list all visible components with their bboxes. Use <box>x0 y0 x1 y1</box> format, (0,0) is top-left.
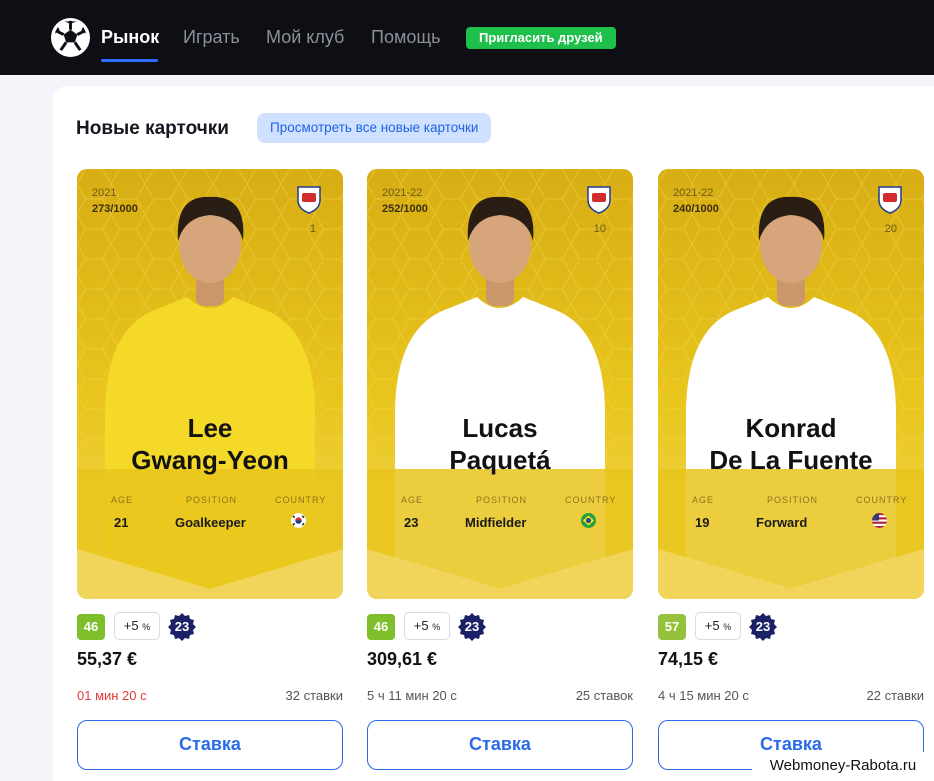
player-card[interactable]: 2021-22 252/1000 10 Lucas Paquetá AGE PO… <box>367 169 633 599</box>
top-navigation-bar: Рынок Играть Мой клуб Помощь Пригласить … <box>0 0 934 75</box>
gameweek-number: 23 <box>755 619 771 634</box>
age-label: AGE <box>111 495 134 505</box>
jersey-number: 1 <box>309 223 316 235</box>
view-all-new-cards-button[interactable]: Просмотреть все новые карточки <box>257 113 492 143</box>
player-name: Konrad De La Fuente <box>658 412 924 476</box>
player-name: Lee Gwang-Yeon <box>77 412 343 476</box>
jersey-number: 10 <box>593 223 606 235</box>
south-korea-flag-icon <box>291 513 306 528</box>
player-last-name: De La Fuente <box>709 445 873 475</box>
age-label: AGE <box>401 495 424 505</box>
player-score-badge: 57 <box>658 614 686 640</box>
player-card-art <box>77 169 343 599</box>
country-label: COUNTRY <box>565 495 617 505</box>
active-nav-indicator <box>101 59 158 62</box>
bonus-badge: +5 % <box>404 612 450 640</box>
country-label: COUNTRY <box>856 495 908 505</box>
card-price: 309,61 € <box>367 649 438 669</box>
usa-flag-icon <box>872 513 887 528</box>
player-first-name: Lee <box>187 413 233 443</box>
player-last-name: Paquetá <box>449 445 551 475</box>
player-position: Midfielder <box>465 515 527 530</box>
soccer-ball-logo-icon[interactable] <box>51 18 90 57</box>
player-card[interactable]: 2021-22 240/1000 20 Konrad De La Fuente … <box>658 169 924 599</box>
jersey-number: 20 <box>884 223 897 235</box>
gameweek-number: 23 <box>174 619 190 634</box>
position-label: POSITION <box>767 495 819 505</box>
gameweek-badge: 23 <box>457 612 487 642</box>
player-score-badge: 46 <box>367 614 395 640</box>
club-crest-icon <box>876 184 904 214</box>
place-bid-button[interactable]: Ставка <box>367 720 633 770</box>
player-age: 19 <box>695 515 710 530</box>
card-serial-number: 240/1000 <box>673 203 719 215</box>
bid-count: 32 ставки <box>285 688 343 703</box>
player-age: 23 <box>404 515 419 530</box>
player-card[interactable]: 2021 273/1000 1 Lee Gwang-Yeon AGE POSIT… <box>77 169 343 599</box>
position-label: POSITION <box>186 495 238 505</box>
player-last-name: Gwang-Yeon <box>131 445 289 475</box>
place-bid-button[interactable]: Ставка <box>77 720 343 770</box>
auction-time-left: 01 мин 20 с <box>77 688 147 703</box>
player-age: 21 <box>114 515 129 530</box>
card-price: 74,15 € <box>658 649 719 669</box>
gameweek-badge: 23 <box>167 612 197 642</box>
card-serial-number: 252/1000 <box>382 203 428 215</box>
player-first-name: Konrad <box>745 413 837 443</box>
auction-time-left: 5 ч 11 мин 20 с <box>367 688 457 703</box>
nav-help[interactable]: Помощь <box>371 27 441 48</box>
watermark: Webmoney-Rabota.ru <box>752 752 934 779</box>
country-label: COUNTRY <box>275 495 327 505</box>
player-position: Goalkeeper <box>175 515 246 530</box>
invite-friends-button[interactable]: Пригласить друзей <box>466 27 616 49</box>
player-first-name: Lucas <box>462 413 538 443</box>
nav-market[interactable]: Рынок <box>101 27 159 48</box>
player-name: Lucas Paquetá <box>367 412 633 476</box>
bid-count: 25 ставок <box>575 688 633 703</box>
gameweek-badge: 23 <box>748 612 778 642</box>
card-season: 2021-22 <box>382 187 423 199</box>
card-listing-2: 2021-22 252/1000 10 Lucas Paquetá AGE PO… <box>367 169 633 781</box>
position-label: POSITION <box>476 495 528 505</box>
player-position: Forward <box>756 515 808 530</box>
card-listing-3: 2021-22 240/1000 20 Konrad De La Fuente … <box>658 169 924 781</box>
card-serial-number: 273/1000 <box>92 203 138 215</box>
bid-count: 22 ставки <box>866 688 924 703</box>
club-crest-icon <box>585 184 613 214</box>
auction-time-left: 4 ч 15 мин 20 с <box>658 688 749 703</box>
nav-play[interactable]: Играть <box>183 27 240 48</box>
card-price: 55,37 € <box>77 649 138 669</box>
nav-my-club[interactable]: Мой клуб <box>266 27 344 48</box>
bonus-badge: +5 % <box>695 612 741 640</box>
card-season: 2021 <box>92 187 117 199</box>
card-listing-1: 2021 273/1000 1 Lee Gwang-Yeon AGE POSIT… <box>77 169 343 781</box>
age-label: AGE <box>692 495 715 505</box>
gameweek-number: 23 <box>464 619 480 634</box>
bonus-badge: +5 % <box>114 612 160 640</box>
section-title: Новые карточки <box>76 118 229 139</box>
brazil-flag-icon <box>581 513 596 528</box>
player-score-badge: 46 <box>77 614 105 640</box>
club-crest-icon <box>295 184 323 214</box>
card-season: 2021-22 <box>673 187 714 199</box>
